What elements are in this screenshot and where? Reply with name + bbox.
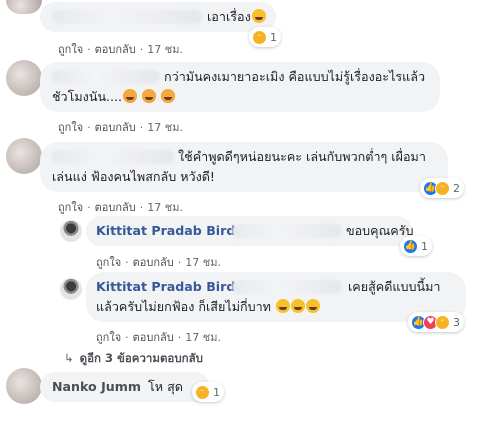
comment-text: เล่นแง่ ฟ้องคนไพสกลับ หวังดี! — [52, 169, 215, 184]
blurred-author-name — [52, 150, 174, 164]
comment-text: โห สุด — [148, 379, 183, 394]
replier-avatar[interactable] — [60, 278, 82, 300]
reply-author[interactable]: Kittitat Pradab Bird — [96, 278, 235, 296]
reply-bubble: Kittitat Pradab Bird เคยสู้คดีแบบนี้มา แ… — [86, 272, 466, 322]
angry-emoji-icon — [161, 89, 176, 103]
commenter-avatar[interactable] — [6, 0, 42, 14]
commenter-avatar[interactable] — [6, 368, 42, 404]
angry-emoji-icon — [142, 89, 157, 103]
comment-text: ใช้คำพูดดีๆหน่อยนะคะ เล่นกับพวกต่ำๆ เผื่… — [178, 149, 426, 164]
reply-link[interactable]: ตอบกลับ — [95, 43, 136, 56]
like-link[interactable]: ถูกใจ — [96, 331, 121, 344]
like-link[interactable]: ถูกใจ — [58, 201, 83, 214]
view-more-replies-link[interactable]: ↳ ดูอีก 3 ข้อความตอบกลับ — [64, 350, 203, 368]
timestamp[interactable]: 17 ชม. — [147, 43, 183, 56]
commenter-avatar[interactable] — [6, 138, 42, 174]
angry-emoji-icon — [123, 89, 138, 103]
comment-author[interactable]: Nanko Jumm — [52, 378, 141, 396]
timestamp[interactable]: 17 ชม. — [185, 256, 221, 269]
comment-bubble: เอาเรื่อง — [40, 2, 276, 32]
like-link[interactable]: ถูกใจ — [96, 256, 121, 269]
haha-reaction-icon: ᵕ — [435, 180, 450, 196]
reply-actions: ถูกใจ · ตอบกลับ · 17 ชม. — [96, 331, 221, 344]
comment-bubble: ใช้คำพูดดีๆหน่อยนะคะ เล่นกับพวกต่ำๆ เผื่… — [40, 142, 448, 192]
reaction-count[interactable]: 👍 ᵕ 2 — [420, 178, 464, 198]
reaction-count[interactable]: ᵕ 1 — [192, 382, 224, 402]
comment-actions: ถูกใจ · ตอบกลับ · 17 ชม. — [58, 43, 183, 56]
reply-link[interactable]: ตอบกลับ — [133, 331, 174, 344]
comment-text: กว่ามันคงเมายาอะเมิง คือแบบไม่รู้เรื่องอ… — [164, 69, 426, 84]
haha-reaction-icon: ᵕ — [435, 314, 450, 330]
blurred-mention — [232, 224, 342, 238]
timestamp[interactable]: 17 ชม. — [147, 201, 183, 214]
laughing-emoji-icon — [251, 9, 266, 23]
reaction-count[interactable]: ᵕ 1 — [249, 27, 281, 47]
like-link[interactable]: ถูกใจ — [58, 43, 83, 56]
haha-reaction-icon: ᵕ — [252, 29, 267, 45]
commenter-avatar[interactable] — [6, 60, 42, 96]
laughing-emoji-icon — [291, 299, 305, 313]
laughing-emoji-icon — [276, 299, 290, 313]
timestamp[interactable]: 17 ชม. — [147, 121, 183, 134]
reply-link[interactable]: ตอบกลับ — [95, 121, 136, 134]
reply-bubble: Kittitat Pradab Bird ขอบคุณครับ — [86, 216, 413, 246]
reply-text: เคยสู้คดีแบบนี้มา — [348, 279, 441, 294]
like-reaction-icon: 👍 — [403, 238, 418, 254]
reply-actions: ถูกใจ · ตอบกลับ · 17 ชม. — [96, 256, 221, 269]
comment-text: ชัวโมงนัน.... — [52, 89, 123, 104]
haha-reaction-icon: ᵕ — [195, 384, 210, 400]
reply-link[interactable]: ตอบกลับ — [95, 201, 136, 214]
reaction-count[interactable]: 👍 1 — [400, 236, 432, 256]
comment-bubble: Nanko Jumm โห สุด — [40, 372, 210, 402]
like-link[interactable]: ถูกใจ — [58, 121, 83, 134]
reply-author[interactable]: Kittitat Pradab Bird — [96, 222, 235, 240]
blurred-author-name — [52, 70, 160, 84]
blurred-mention — [232, 280, 342, 294]
reply-arrow-icon: ↳ — [64, 351, 74, 365]
reply-link[interactable]: ตอบกลับ — [133, 256, 174, 269]
timestamp[interactable]: 17 ชม. — [185, 331, 221, 344]
reply-text: แล้วครับไม่ยกฟ้อง ก็เสียไม่กี่บาท — [96, 299, 271, 314]
laughing-emoji-icon — [306, 299, 320, 313]
comment-bubble: กว่ามันคงเมายาอะเมิง คือแบบไม่รู้เรื่องอ… — [40, 62, 440, 112]
comment-actions: ถูกใจ · ตอบกลับ · 17 ชม. — [58, 121, 183, 134]
reaction-count[interactable]: 👍 ♥ ᵕ 3 — [408, 312, 464, 332]
comment-text: เอาเรื่อง — [207, 9, 251, 24]
comment-actions: ถูกใจ · ตอบกลับ · 17 ชม. — [58, 201, 183, 214]
blurred-author-name — [52, 10, 202, 24]
replier-avatar[interactable] — [60, 220, 82, 242]
